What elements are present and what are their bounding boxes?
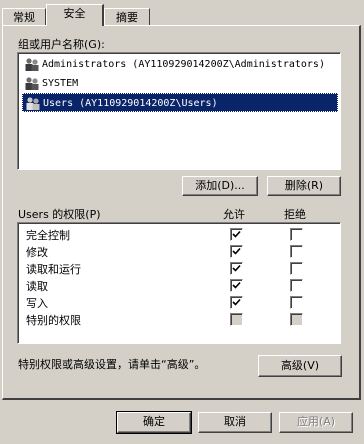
deny-checkbox[interactable] <box>290 296 303 309</box>
check-icon <box>232 264 241 272</box>
user-name: Users (AY110929014200Z\Users) <box>43 98 218 109</box>
perm-row-modify: 修改 <box>22 243 342 260</box>
deny-checkbox[interactable] <box>290 262 303 275</box>
add-button[interactable]: 添加(D)... <box>182 176 258 196</box>
perm-label: 写入 <box>26 297 48 310</box>
tab-general[interactable]: 常规 <box>2 8 46 26</box>
permissions-label: Users 的权限(P) <box>18 208 101 221</box>
allow-header: 允许 <box>223 208 245 221</box>
allow-checkbox[interactable] <box>230 296 243 309</box>
perm-label: 完全控制 <box>26 229 70 242</box>
ok-button-label: 确定 <box>143 415 165 428</box>
perm-row-full-control: 完全控制 <box>22 226 342 243</box>
advanced-button[interactable]: 高级(V) <box>258 355 342 377</box>
user-name: Administrators (AY110929014200Z\Administ… <box>42 59 325 70</box>
perm-label: 读取和运行 <box>26 263 81 276</box>
allow-checkbox[interactable] <box>230 279 243 292</box>
cancel-button-label: 取消 <box>224 415 246 428</box>
user-group-icon <box>25 58 39 71</box>
deny-checkbox[interactable] <box>290 245 303 258</box>
user-row-administrators[interactable]: Administrators (AY110929014200Z\Administ… <box>22 55 325 74</box>
remove-button-label: 删除(R) <box>284 179 324 192</box>
allow-checkbox[interactable] <box>230 245 243 258</box>
advanced-button-label: 高级(V) <box>280 359 320 372</box>
check-icon <box>232 247 241 255</box>
user-row-users[interactable]: Users (AY110929014200Z\Users) <box>22 93 338 112</box>
deny-checkbox[interactable] <box>290 279 303 292</box>
user-row-system[interactable]: SYSTEM <box>22 74 78 93</box>
tab-general-label: 常规 <box>13 11 35 24</box>
perm-row-read: 读取 <box>22 277 342 294</box>
apply-button-label: 应用(A) <box>296 415 336 428</box>
tab-security-label: 安全 <box>63 7 86 20</box>
apply-button[interactable]: 应用(A) <box>279 412 353 433</box>
deny-header: 拒绝 <box>284 208 306 221</box>
perm-label: 修改 <box>26 246 48 259</box>
add-button-label: 添加(D)... <box>195 179 245 192</box>
tab-strip: 常规 安全 摘要 <box>0 4 364 26</box>
check-icon <box>232 281 241 289</box>
deny-checkbox-disabled <box>290 313 303 326</box>
tab-summary-label: 摘要 <box>116 11 138 24</box>
user-group-icon <box>26 97 40 110</box>
user-group-icon <box>25 77 39 90</box>
remove-button[interactable]: 删除(R) <box>267 176 341 196</box>
advanced-hint: 特别权限或高级设置，请单击“高级”。 <box>18 358 206 371</box>
tab-summary[interactable]: 摘要 <box>104 8 150 26</box>
allow-checkbox[interactable] <box>230 228 243 241</box>
tab-security[interactable]: 安全 <box>46 4 104 26</box>
perm-row-read-execute: 读取和运行 <box>22 260 342 277</box>
deny-checkbox[interactable] <box>290 228 303 241</box>
allow-checkbox-disabled <box>230 313 243 326</box>
user-list[interactable]: Administrators (AY110929014200Z\Administ… <box>17 52 341 170</box>
perm-row-write: 写入 <box>22 294 342 311</box>
perm-label: 读取 <box>26 280 48 293</box>
permission-list: 完全控制 修改 读取和运行 读取 写入 特别的权限 <box>17 222 341 344</box>
check-icon <box>232 230 241 238</box>
group-label: 组或用户名称(G): <box>18 38 105 51</box>
check-icon <box>232 298 241 306</box>
user-name: SYSTEM <box>42 78 79 89</box>
perm-label: 特别的权限 <box>26 314 81 327</box>
allow-checkbox[interactable] <box>230 262 243 275</box>
cancel-button[interactable]: 取消 <box>198 412 272 433</box>
perm-row-special: 特别的权限 <box>22 311 342 328</box>
ok-button[interactable]: 确定 <box>116 411 192 434</box>
